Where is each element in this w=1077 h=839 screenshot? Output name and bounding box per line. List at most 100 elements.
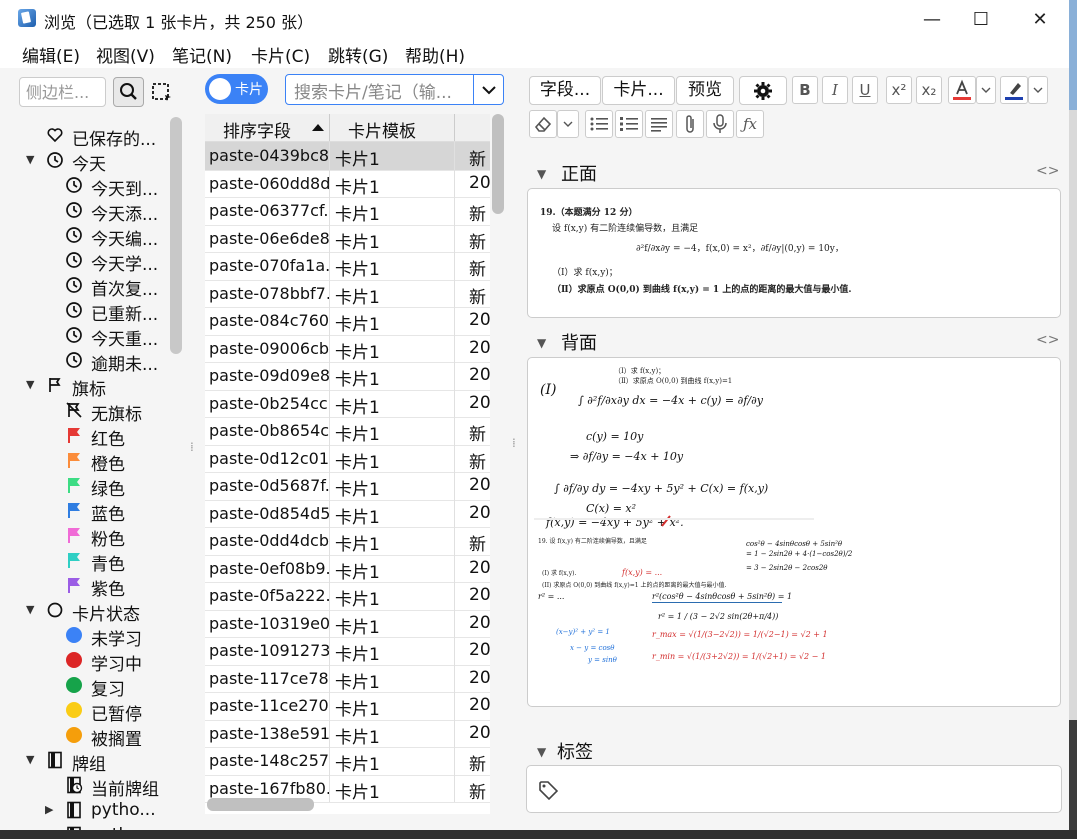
sidebar-item[interactable]: 学习中 <box>0 648 185 675</box>
math-button[interactable]: ƒx <box>736 110 764 138</box>
table-row[interactable]: paste-06377cf... 卡片1 新 <box>205 197 490 226</box>
sidebar-item[interactable]: 今天学... <box>0 248 185 275</box>
front-collapse-chevron[interactable]: ▼ <box>537 167 546 181</box>
sidebar-item[interactable]: ▶ pytho... <box>0 798 185 823</box>
splitter-handle[interactable]: ⁞ <box>512 436 516 450</box>
card-search-input[interactable]: 搜索卡片/笔记（输... <box>285 74 504 105</box>
sidebar-item[interactable]: 橙色 <box>0 448 185 475</box>
search-history-dropdown[interactable] <box>473 75 504 104</box>
table-row[interactable]: paste-117ce78... 卡片1 20 <box>205 664 490 693</box>
fields-button[interactable]: 字段... <box>529 76 601 105</box>
bullet-list-button[interactable] <box>585 110 613 138</box>
minimize-button[interactable]: — <box>909 4 955 34</box>
table-row[interactable]: paste-0f5a222... 卡片1 20 <box>205 582 490 611</box>
close-button[interactable]: ✕ <box>1017 4 1063 34</box>
sidebar-scrollbar[interactable] <box>170 117 182 354</box>
menu-notes[interactable]: 笔记(N) <box>172 42 232 67</box>
clear-format-dropdown[interactable] <box>557 110 579 138</box>
table-row[interactable]: paste-09006cb... 卡片1 20 <box>205 334 490 363</box>
table-row[interactable]: paste-0dd4dcb... 卡片1 新 <box>205 527 490 556</box>
table-row[interactable]: paste-148c257... 卡片1 新 <box>205 747 490 776</box>
settings-button[interactable] <box>739 76 787 105</box>
tags-input[interactable] <box>526 765 1062 813</box>
attach-button[interactable] <box>676 110 704 138</box>
sidebar-item[interactable]: 青色 <box>0 548 185 575</box>
table-row[interactable]: paste-0d12c01... 卡片1 新 <box>205 444 490 473</box>
table-row[interactable]: paste-0ef08b9... 卡片1 20 <box>205 554 490 583</box>
sidebar-item[interactable]: 复习 <box>0 673 185 700</box>
sidebar-item[interactable]: 首次复... <box>0 273 185 300</box>
menu-goto[interactable]: 跳转(G) <box>328 42 388 67</box>
sidebar-item[interactable]: ▼ 旗标 <box>0 373 185 400</box>
sidebar-item[interactable]: 粉色 <box>0 523 185 550</box>
table-row[interactable]: paste-060dd8d... 卡片1 20 <box>205 169 490 198</box>
menu-edit[interactable]: 编辑(E) <box>22 42 80 67</box>
cards-notes-toggle[interactable]: 卡片 <box>205 74 268 104</box>
menu-help[interactable]: 帮助(H) <box>405 42 465 67</box>
sidebar-item[interactable]: 今天重... <box>0 323 185 350</box>
preview-button[interactable]: 预览 <box>676 76 734 105</box>
table-row[interactable]: paste-078bbf7... 卡片1 新 <box>205 279 490 308</box>
sidebar-item[interactable]: 已暂停 <box>0 698 185 725</box>
chevron-down-icon[interactable]: ▼ <box>26 603 38 616</box>
sidebar-item[interactable]: 绿色 <box>0 473 185 500</box>
sidebar-item[interactable]: ▶ pytho... <box>0 823 185 830</box>
splitter-handle[interactable]: ⁞ <box>190 440 194 454</box>
menu-view[interactable]: 视图(V) <box>96 42 155 67</box>
sidebar-item[interactable]: 今天添... <box>0 198 185 225</box>
sidebar-item[interactable]: ▼ 牌组 <box>0 748 185 775</box>
sidebar-item[interactable]: 红色 <box>0 423 185 450</box>
table-row[interactable]: paste-0b254cc... 卡片1 20 <box>205 389 490 418</box>
table-row[interactable]: paste-0b8654c... 卡片1 新 <box>205 417 490 446</box>
chevron-down-icon[interactable]: ▼ <box>26 153 38 166</box>
front-field[interactable]: 19.（本题满分 12 分） 设 f(x,y) 有二阶连续偏导数，且满足 ∂²f… <box>527 188 1061 318</box>
table-row[interactable]: paste-0d5687f... 卡片1 20 <box>205 472 490 501</box>
maximize-button[interactable]: ☐ <box>958 4 1004 34</box>
list-horizontal-scrollbar[interactable] <box>207 798 314 811</box>
sidebar-item[interactable]: ▼ 今天 <box>0 148 185 175</box>
table-row[interactable]: paste-09d09e8... 卡片1 20 <box>205 362 490 391</box>
align-button[interactable] <box>645 110 673 138</box>
table-row[interactable]: paste-084c760... 卡片1 20 <box>205 307 490 336</box>
table-row[interactable]: paste-070fa1a... 卡片1 新 <box>205 252 490 281</box>
clear-format-button[interactable] <box>529 110 557 138</box>
column-card-template[interactable]: 卡片模板 <box>348 117 416 142</box>
back-html-toggle[interactable]: <> <box>1036 332 1059 348</box>
sidebar-search-input[interactable]: 侧边栏... <box>19 77 106 107</box>
table-row[interactable]: paste-0439bc8... 卡片1 新 <box>205 142 490 171</box>
cards-button[interactable]: 卡片... <box>602 76 675 105</box>
sidebar-item[interactable]: 当前牌组 <box>0 773 185 800</box>
table-row[interactable]: paste-1091273... 卡片1 20 <box>205 637 490 666</box>
sidebar-item[interactable]: 被搁置 <box>0 723 185 750</box>
chevron-down-icon[interactable]: ▼ <box>26 378 38 391</box>
text-color-dropdown[interactable] <box>976 76 996 104</box>
chevron-right-icon[interactable]: ▶ <box>45 803 57 816</box>
table-row[interactable]: paste-06e6de8... 卡片1 新 <box>205 224 490 253</box>
menu-cards[interactable]: 卡片(C) <box>251 42 310 67</box>
sidebar-item[interactable]: 逾期未... <box>0 348 185 375</box>
highlight-button[interactable] <box>1000 76 1028 104</box>
highlight-dropdown[interactable] <box>1028 76 1048 104</box>
sidebar-item[interactable]: 今天到... <box>0 173 185 200</box>
sidebar-item[interactable]: 未学习 <box>0 623 185 650</box>
table-row[interactable]: paste-138e591... 卡片1 20 <box>205 719 490 748</box>
back-collapse-chevron[interactable]: ▼ <box>537 336 546 350</box>
superscript-button[interactable]: x² <box>886 76 912 104</box>
sidebar-item[interactable]: 已重新... <box>0 298 185 325</box>
sidebar-item[interactable]: ▼ 卡片状态 <box>0 598 185 625</box>
sidebar-item[interactable]: 紫色 <box>0 573 185 600</box>
table-row[interactable]: paste-0d854d5... 卡片1 20 <box>205 499 490 528</box>
sidebar-item[interactable]: 无旗标 <box>0 398 185 425</box>
table-row[interactable]: paste-10319e0... 卡片1 20 <box>205 609 490 638</box>
select-mode-button[interactable] <box>150 80 174 104</box>
underline-button[interactable]: U <box>852 76 878 104</box>
text-color-button[interactable] <box>948 76 976 104</box>
sidebar-item[interactable]: 今天编... <box>0 223 185 250</box>
sidebar-item[interactable]: 已保存的... <box>0 123 185 150</box>
sidebar-search-button[interactable] <box>113 77 144 107</box>
table-row[interactable]: paste-11ce270... 卡片1 20 <box>205 692 490 721</box>
chevron-down-icon[interactable]: ▼ <box>26 753 38 766</box>
numbered-list-button[interactable] <box>615 110 643 138</box>
sidebar-item[interactable]: 蓝色 <box>0 498 185 525</box>
list-vertical-scrollbar[interactable] <box>492 114 504 214</box>
